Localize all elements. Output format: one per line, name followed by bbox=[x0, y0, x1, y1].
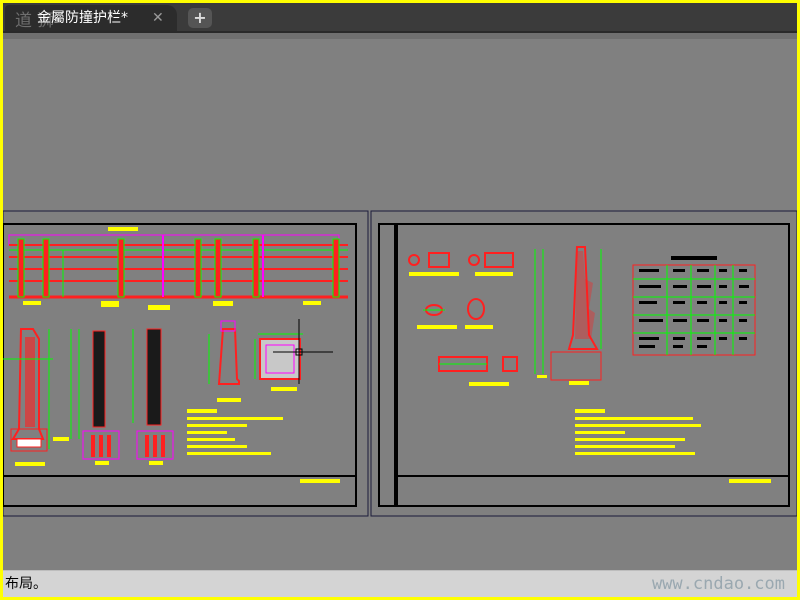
status-message: 布局。 bbox=[5, 576, 47, 592]
sheet-left bbox=[3, 210, 369, 517]
drawing-canvas[interactable] bbox=[3, 39, 797, 569]
cad-drawing[interactable] bbox=[3, 39, 797, 569]
new-tab-button[interactable]: + bbox=[188, 8, 212, 28]
railing-elevation bbox=[8, 227, 348, 310]
post-details bbox=[3, 320, 303, 466]
application-window: 道 狮 金屬防撞护栏* ✕ + 布局。 www.cndao.com bbox=[3, 3, 797, 597]
tab-title: 金屬防撞护栏* bbox=[37, 10, 128, 26]
section-details-right bbox=[408, 246, 756, 455]
tab-active-document[interactable]: 道 狮 金屬防撞护栏* ✕ bbox=[5, 5, 177, 31]
sheet-right bbox=[370, 210, 797, 517]
notes-block-right bbox=[575, 409, 701, 455]
close-icon[interactable]: ✕ bbox=[152, 5, 164, 31]
notes-block-left bbox=[187, 409, 283, 455]
site-watermark: www.cndao.com bbox=[651, 574, 785, 594]
command-status-bar: 布局。 www.cndao.com bbox=[3, 570, 797, 597]
parts-table bbox=[632, 256, 756, 356]
tab-bar: 道 狮 金屬防撞护栏* ✕ + bbox=[3, 3, 797, 33]
